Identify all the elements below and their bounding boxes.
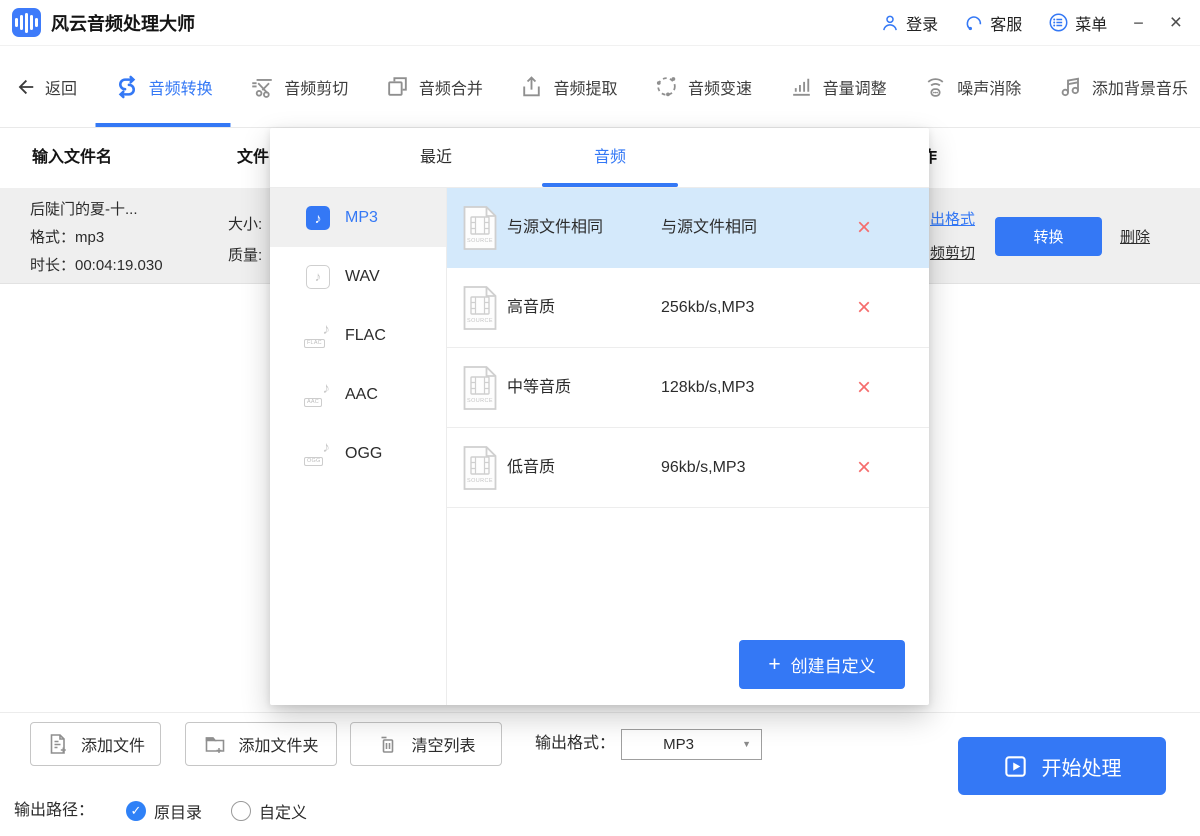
popup-tab-audio[interactable]: 音频 <box>594 128 626 188</box>
radio-checked-icon: ✓ <box>126 801 146 821</box>
mp3-format-icon: ♪ <box>306 206 330 230</box>
speed-icon <box>654 74 679 99</box>
volume-bars-icon <box>789 74 814 99</box>
output-format-label: 输出格式： <box>535 722 615 766</box>
tab-audio-extract[interactable]: 音频提取 <box>519 46 617 127</box>
login-button[interactable]: 登录 <box>880 11 938 35</box>
trash-icon <box>376 732 400 756</box>
tab-audio-convert[interactable]: 音频转换 <box>114 46 213 127</box>
wav-format-icon: ♪ <box>306 265 330 289</box>
app-title: 风云音频处理大师 <box>51 10 195 36</box>
popup-tab-recent[interactable]: 最近 <box>420 128 452 188</box>
feature-toolbar: 返回 音频转换 音频剪切 音 <box>0 46 1200 128</box>
format-item-wav[interactable]: ♪ WAV <box>270 247 446 306</box>
ogg-format-icon: ♪ OGG <box>306 442 330 466</box>
footer-divider <box>0 712 1200 713</box>
add-folder-icon <box>203 732 227 756</box>
extract-icon <box>519 74 544 99</box>
plus-icon: + <box>768 653 780 677</box>
add-folder-button[interactable]: 添加文件夹 <box>185 722 337 766</box>
scissors-icon <box>249 74 275 100</box>
flac-format-icon: ♪ FLAC <box>306 324 330 348</box>
preset-row-low-quality[interactable]: SOURCE 低音质 96kb/s,MP3 × <box>447 428 929 508</box>
format-item-ogg[interactable]: ♪ OGG OGG <box>270 424 446 483</box>
user-icon <box>880 13 900 33</box>
add-file-button[interactable]: 添加文件 <box>30 722 161 766</box>
audio-cut-link[interactable]: 频剪切 <box>930 242 975 263</box>
source-file-icon: SOURCE <box>462 285 498 331</box>
create-custom-button[interactable]: + 创建自定义 <box>739 640 905 689</box>
output-format-dropdown[interactable]: MP3 ▼ <box>621 729 762 760</box>
file-size-label: 大小: <box>228 209 262 240</box>
titlebar: 风云音频处理大师 登录 客服 <box>0 0 1200 46</box>
format-item-flac[interactable]: ♪ FLAC FLAC <box>270 306 446 365</box>
file-quality-label: 质量: <box>228 240 262 271</box>
radio-original-directory[interactable]: ✓ 原目录 <box>126 799 202 823</box>
source-file-icon: SOURCE <box>462 365 498 411</box>
preset-row-high-quality[interactable]: SOURCE 高音质 256kb/s,MP3 × <box>447 268 929 348</box>
add-file-icon <box>46 732 70 756</box>
delete-preset-icon[interactable]: × <box>857 188 871 268</box>
delete-preset-icon[interactable]: × <box>857 428 871 508</box>
tab-audio-cut[interactable]: 音频剪切 <box>249 46 348 127</box>
tab-audio-merge[interactable]: 音频合并 <box>385 46 483 127</box>
menu-button[interactable]: 菜单 <box>1048 11 1107 35</box>
preset-row-same-as-source[interactable]: SOURCE 与源文件相同 与源文件相同 × <box>447 188 929 268</box>
clear-list-button[interactable]: 清空列表 <box>350 722 502 766</box>
tab-volume-adjust[interactable]: 音量调整 <box>789 46 887 127</box>
service-button[interactable]: 客服 <box>964 11 1022 35</box>
popup-tabs: 最近 音频 <box>270 128 929 188</box>
back-arrow-icon <box>14 76 36 98</box>
active-tab-underline <box>542 183 678 187</box>
format-item-aac[interactable]: ♪ AAC AAC <box>270 365 446 424</box>
tab-add-bg-music[interactable]: 添加背景音乐 <box>1058 46 1188 127</box>
preset-list: SOURCE 与源文件相同 与源文件相同 × SOURCE 高音质 <box>447 188 929 705</box>
merge-icon <box>385 74 410 99</box>
source-file-icon: SOURCE <box>462 445 498 491</box>
app-logo-icon <box>12 8 41 37</box>
start-processing-button[interactable]: 开始处理 <box>958 737 1166 795</box>
delete-preset-icon[interactable]: × <box>857 348 871 428</box>
format-sidebar: ♪ MP3 ♪ WAV ♪ FLAC FLAC ♪ AAC AAC <box>270 188 447 705</box>
back-button[interactable]: 返回 <box>14 46 77 127</box>
menu-icon <box>1048 12 1069 33</box>
aac-format-icon: ♪ AAC <box>306 383 330 407</box>
format-item-mp3[interactable]: ♪ MP3 <box>270 188 446 247</box>
delete-preset-icon[interactable]: × <box>857 268 871 348</box>
convert-button[interactable]: 转换 <box>995 217 1102 256</box>
file-duration: 时长：00:04:19.030 <box>30 252 163 280</box>
minimize-button[interactable]: − <box>1133 14 1144 32</box>
file-format: 格式：mp3 <box>30 224 163 252</box>
music-note-icon <box>1058 74 1083 99</box>
output-path-label: 输出路径： <box>14 800 94 822</box>
chevron-down-icon: ▼ <box>742 730 751 759</box>
play-icon <box>1003 754 1028 779</box>
source-file-icon: SOURCE <box>462 205 498 251</box>
tab-audio-speed[interactable]: 音频变速 <box>654 46 752 127</box>
header-input-filename: 输入文件名 <box>32 128 112 188</box>
radio-custom-directory[interactable]: 自定义 <box>231 799 307 823</box>
convert-icon <box>114 74 140 100</box>
headset-icon <box>964 13 984 33</box>
file-name: 后陡门的夏-十... <box>30 196 163 224</box>
noise-icon <box>923 74 948 99</box>
preset-row-medium-quality[interactable]: SOURCE 中等音质 128kb/s,MP3 × <box>447 348 929 428</box>
format-popup: 最近 音频 ♪ MP3 ♪ WAV ♪ FLAC FLAC ♪ <box>270 128 929 705</box>
close-button[interactable]: × <box>1170 12 1182 33</box>
dropdown-value: MP3 <box>622 730 735 759</box>
delete-link[interactable]: 删除 <box>1120 226 1150 247</box>
header-file-info: 文件 <box>237 128 269 188</box>
tab-noise-removal[interactable]: 噪声消除 <box>923 46 1021 127</box>
radio-unchecked-icon <box>231 801 251 821</box>
output-format-link[interactable]: 出格式 <box>930 208 975 229</box>
